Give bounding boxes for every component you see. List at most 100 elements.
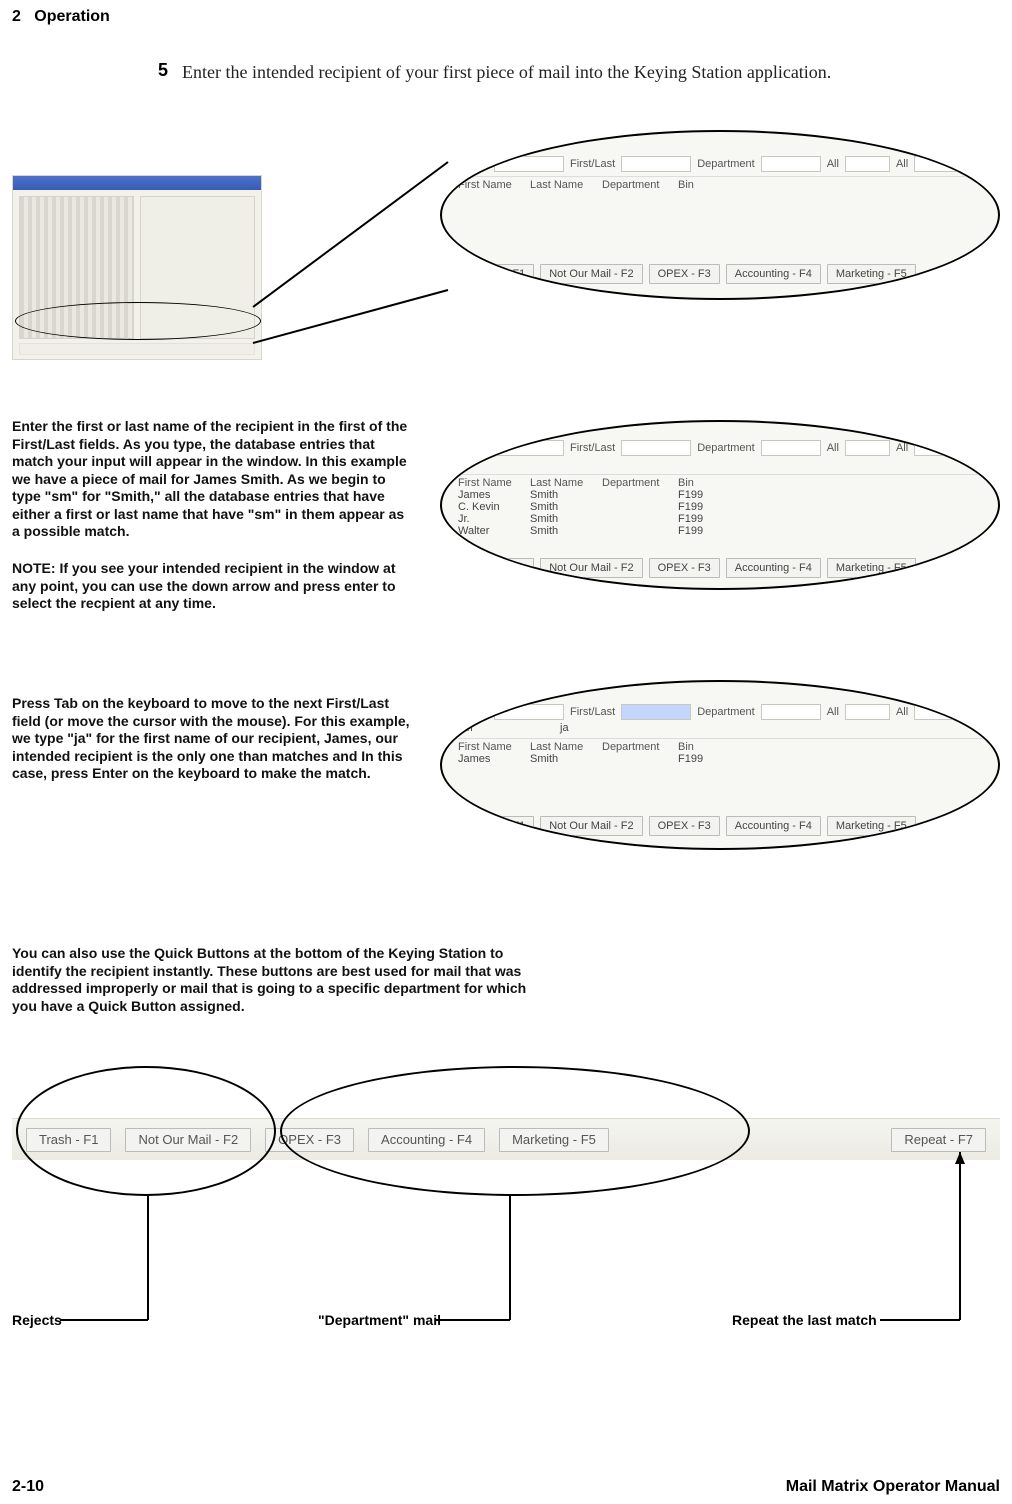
all1-input[interactable] bbox=[845, 704, 890, 720]
col-bin: Bin bbox=[678, 477, 728, 489]
thumb-titlebar bbox=[13, 176, 261, 190]
results-header: First Name Last Name Department Bin bbox=[458, 176, 982, 191]
magnifier-top: Last First/Last Department All All All F… bbox=[440, 130, 1000, 300]
quick-button-row: sh - F1 Not Our Mail - F2 OPEX - F3 Acco… bbox=[482, 264, 916, 284]
table-row[interactable]: C. Kevin Smith F199 bbox=[458, 501, 982, 513]
rejects-ellipse bbox=[16, 1066, 276, 1196]
not-our-mail-button[interactable]: Not Our Mail - F2 bbox=[540, 816, 642, 836]
cell-lastname: Smith bbox=[530, 525, 596, 537]
cell-dept bbox=[602, 513, 672, 525]
cell-dept bbox=[602, 489, 672, 501]
results-header: First Name Last Name Department Bin bbox=[458, 474, 982, 489]
label-all-1: All bbox=[827, 158, 839, 170]
quick-button-row: sh - F1 Not Our Mail - F2 OPEX - F3 Acco… bbox=[482, 558, 916, 578]
label-all-2: All bbox=[896, 158, 908, 170]
table-row[interactable]: James Smith F199 bbox=[458, 753, 982, 765]
all1-input[interactable] bbox=[845, 440, 890, 456]
cell-firstname: Jr. bbox=[458, 513, 524, 525]
col-lastname: Last Name bbox=[530, 477, 596, 489]
col-firstname: First Name bbox=[458, 741, 524, 753]
label-firstlast: First/Last bbox=[570, 442, 615, 454]
marketing-button[interactable]: Marketing - F5 bbox=[827, 558, 916, 578]
cell-lastname: Smith bbox=[530, 753, 596, 765]
cell-lastname: Smith bbox=[530, 501, 596, 513]
chapter-header: 2 Operation bbox=[12, 8, 110, 26]
repeat-button[interactable]: Repeat - F7 bbox=[891, 1128, 986, 1152]
magnifier-bottom: Last First/Last Department All All All s… bbox=[440, 680, 1000, 850]
cell-bin: F199 bbox=[678, 489, 728, 501]
chapter-title: Operation bbox=[34, 8, 110, 25]
label-department: Department bbox=[697, 158, 754, 170]
cell-dept bbox=[602, 753, 672, 765]
search-value-last: sm bbox=[458, 722, 554, 734]
trash-button[interactable]: sh - F1 bbox=[482, 816, 534, 836]
accounting-button[interactable]: Accounting - F4 bbox=[726, 264, 821, 284]
last-name-input[interactable] bbox=[494, 440, 564, 456]
col-bin: Bin bbox=[678, 741, 728, 753]
label-all-3: All bbox=[965, 442, 977, 454]
all2-input[interactable] bbox=[914, 440, 959, 456]
marketing-button[interactable]: Marketing - F5 bbox=[827, 264, 916, 284]
trash-button[interactable]: sh - F1 bbox=[482, 558, 534, 578]
paragraph-1-note: NOTE: If you see your intended recipient… bbox=[12, 560, 412, 613]
dept-input[interactable] bbox=[761, 156, 821, 172]
fields-row: Last First/Last Department All All All bbox=[458, 156, 982, 172]
label-repeat-last: Repeat the last match bbox=[732, 1312, 877, 1328]
marketing-button[interactable]: Marketing - F5 bbox=[827, 816, 916, 836]
col-department: Department bbox=[602, 741, 672, 753]
firstlast-input[interactable] bbox=[621, 156, 691, 172]
cell-firstname: C. Kevin bbox=[458, 501, 524, 513]
chapter-number: 2 bbox=[12, 8, 21, 25]
all1-input[interactable] bbox=[845, 156, 890, 172]
label-last: Last bbox=[458, 706, 488, 718]
label-all-1: All bbox=[827, 442, 839, 454]
col-lastname: Last Name bbox=[530, 179, 596, 191]
step-block: 5 Enter the intended recipient of your f… bbox=[150, 60, 1000, 84]
all2-input[interactable] bbox=[914, 156, 959, 172]
dept-input[interactable] bbox=[761, 440, 821, 456]
table-row[interactable]: Walter Smith F199 bbox=[458, 525, 982, 537]
col-department: Department bbox=[602, 477, 672, 489]
cell-lastname: Smith bbox=[530, 489, 596, 501]
opex-button[interactable]: OPEX - F3 bbox=[649, 264, 720, 284]
label-all-2: All bbox=[896, 706, 908, 718]
label-last: Last bbox=[458, 442, 488, 454]
last-name-input[interactable] bbox=[494, 156, 564, 172]
fields-row: Last First/Last Department All All All bbox=[458, 704, 982, 720]
trash-button[interactable]: sh - F1 bbox=[482, 264, 534, 284]
opex-button[interactable]: OPEX - F3 bbox=[649, 558, 720, 578]
firstlast-input[interactable] bbox=[621, 704, 691, 720]
cell-firstname: James bbox=[458, 489, 524, 501]
quick-button-row: sh - F1 Not Our Mail - F2 OPEX - F3 Acco… bbox=[482, 816, 916, 836]
accounting-button[interactable]: Accounting - F4 bbox=[726, 558, 821, 578]
dept-input[interactable] bbox=[761, 704, 821, 720]
firstlast-input[interactable] bbox=[621, 440, 691, 456]
label-rejects: Rejects bbox=[12, 1312, 62, 1328]
cell-bin: F199 bbox=[678, 513, 728, 525]
thumb-bottom-bar bbox=[19, 343, 255, 355]
label-firstlast: First/Last bbox=[570, 706, 615, 718]
label-all-1: All bbox=[827, 706, 839, 718]
opex-button[interactable]: OPEX - F3 bbox=[649, 816, 720, 836]
label-department: Department bbox=[697, 706, 754, 718]
table-row[interactable]: Jr. Smith F199 bbox=[458, 513, 982, 525]
search-value-first: ja bbox=[560, 722, 569, 734]
paragraph-2: Press Tab on the keyboard to move to the… bbox=[12, 695, 412, 783]
cell-bin: F199 bbox=[678, 753, 728, 765]
accounting-button[interactable]: Accounting - F4 bbox=[726, 816, 821, 836]
dept-ellipse bbox=[280, 1066, 750, 1196]
search-value: sm bbox=[458, 458, 982, 470]
table-row[interactable]: James Smith F199 bbox=[458, 489, 982, 501]
step-number: 5 bbox=[150, 60, 168, 84]
step-text: Enter the intended recipient of your fir… bbox=[182, 60, 831, 84]
cell-bin: F199 bbox=[678, 525, 728, 537]
not-our-mail-button[interactable]: Not Our Mail - F2 bbox=[540, 558, 642, 578]
manual-title: Mail Matrix Operator Manual bbox=[786, 1478, 1000, 1496]
not-our-mail-button[interactable]: Not Our Mail - F2 bbox=[540, 264, 642, 284]
cell-firstname: James bbox=[458, 753, 524, 765]
label-all-3: All bbox=[965, 706, 977, 718]
magnifier-middle: Last First/Last Department All All All s… bbox=[440, 420, 1000, 590]
all2-input[interactable] bbox=[914, 704, 959, 720]
last-name-input[interactable] bbox=[494, 704, 564, 720]
label-all-2: All bbox=[896, 442, 908, 454]
